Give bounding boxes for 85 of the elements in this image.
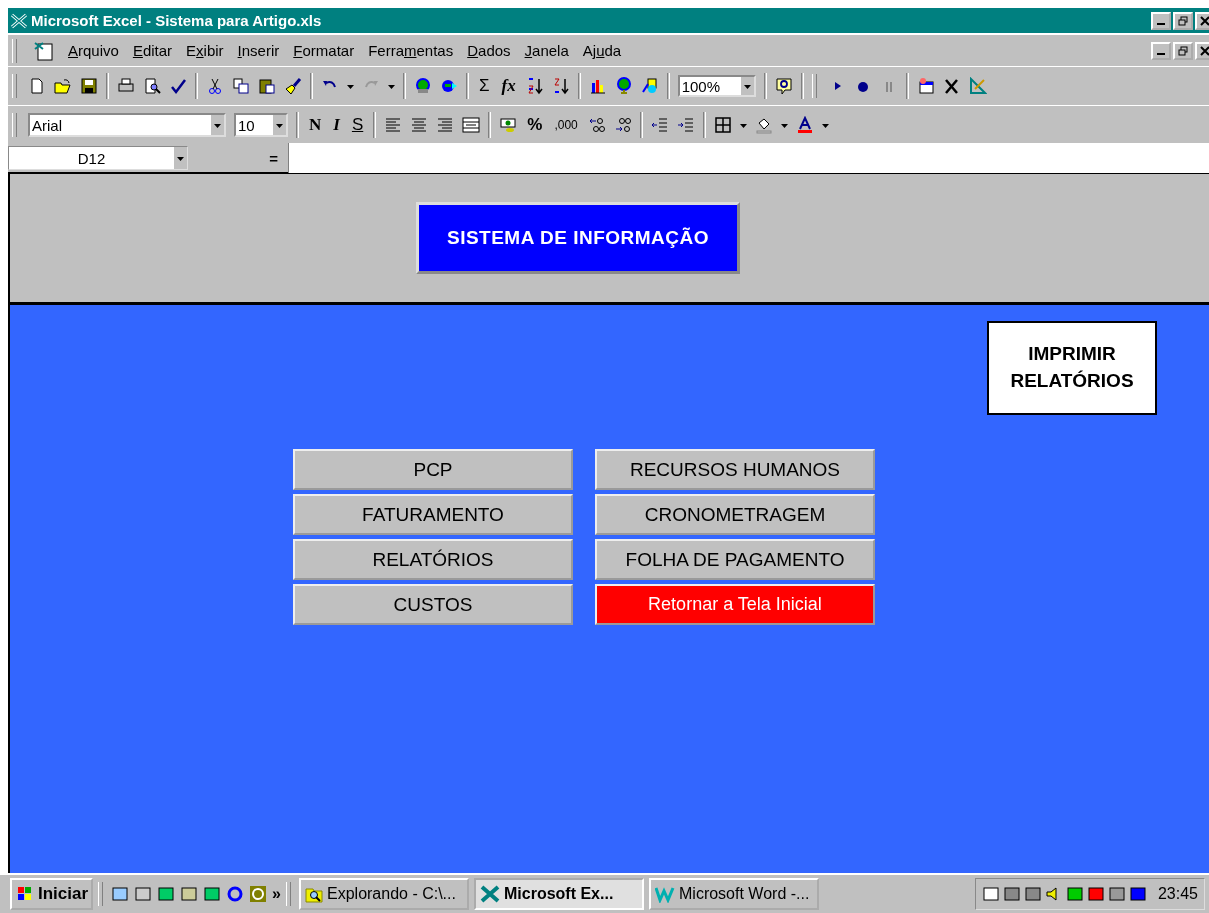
- menu-item[interactable]: Arquivo: [68, 42, 119, 59]
- shapes-icon[interactable]: [640, 77, 659, 95]
- restore-icon: [1178, 15, 1188, 26]
- formula-field[interactable]: [288, 143, 1209, 173]
- tray-icon[interactable]: [1107, 885, 1126, 903]
- sheet-button[interactable]: CUSTOS: [293, 584, 573, 625]
- minimize-icon: [1157, 52, 1165, 55]
- clipboard-icon[interactable]: [258, 77, 276, 95]
- close-icon: [1200, 15, 1209, 26]
- close-button[interactable]: [1195, 41, 1209, 60]
- taskbar-button[interactable]: Microsoft Ex...: [474, 878, 644, 910]
- clock: 23:45: [1157, 885, 1198, 903]
- align-left-icon[interactable]: [384, 116, 403, 134]
- close-button[interactable]: [1195, 11, 1209, 30]
- restore-button[interactable]: [1173, 41, 1193, 60]
- more-button[interactable]: »: [272, 885, 281, 903]
- triangle-ruler-icon[interactable]: [968, 77, 987, 95]
- sort-ascending-icon[interactable]: [525, 77, 544, 95]
- align-center-icon[interactable]: [410, 116, 429, 134]
- title-button[interactable]: SISTEMA DE INFORMAÇÃO: [416, 202, 740, 274]
- menu-item[interactable]: Inserir: [237, 42, 280, 59]
- tray-icon[interactable]: [1128, 885, 1147, 903]
- copy-icon[interactable]: [232, 77, 250, 95]
- align-right-icon[interactable]: [436, 116, 455, 134]
- restore-button[interactable]: [1173, 11, 1193, 30]
- equals-sign[interactable]: =: [188, 149, 288, 167]
- close-icon: [1200, 45, 1209, 56]
- workbook-icon[interactable]: [34, 40, 54, 61]
- font-color-icon[interactable]: [795, 116, 814, 134]
- window-title: Microsoft Excel - Sistema para Artigo.xls: [31, 12, 323, 29]
- decrease-indent-icon[interactable]: [650, 116, 669, 134]
- tray-icon[interactable]: [1065, 885, 1084, 903]
- sheet-button[interactable]: RELATÓRIOS: [293, 539, 573, 580]
- zoom-dropdown[interactable]: 100%: [677, 75, 756, 97]
- menu-item[interactable]: Ajuda: [582, 42, 622, 59]
- excel-icon: [480, 885, 500, 903]
- italic-button[interactable]: I: [331, 115, 342, 135]
- menu-item[interactable]: Dados: [467, 42, 511, 59]
- menu-item[interactable]: Editar: [132, 42, 173, 59]
- printer-icon[interactable]: [117, 77, 135, 95]
- name-box[interactable]: D12: [8, 146, 188, 170]
- increase-decimal-icon[interactable]: [587, 116, 606, 134]
- spelling-check-icon[interactable]: [169, 77, 187, 95]
- menu-item[interactable]: Janela: [524, 42, 569, 59]
- new-document-icon[interactable]: [28, 77, 46, 95]
- word-icon: [655, 885, 675, 903]
- menu-item[interactable]: Exibir: [186, 42, 224, 59]
- taskbar-button[interactable]: Microsoft Word -...: [649, 878, 819, 910]
- minimize-button[interactable]: [1151, 41, 1171, 60]
- increase-indent-icon[interactable]: [676, 116, 695, 134]
- decrease-decimal-icon[interactable]: [613, 116, 632, 134]
- merge-cells-icon[interactable]: [462, 116, 481, 134]
- underline-button[interactable]: S: [349, 115, 366, 135]
- sheet-button[interactable]: FOLHA DE PAGAMENTO: [595, 539, 875, 580]
- sheet-button[interactable]: Retornar a Tela Inicial: [595, 584, 875, 625]
- borders-icon[interactable]: [713, 116, 732, 134]
- minimize-icon: [1157, 22, 1165, 25]
- font-size-dropdown[interactable]: 10: [234, 113, 288, 137]
- print-preview-icon[interactable]: [143, 77, 161, 95]
- tray-icon[interactable]: [1086, 885, 1105, 903]
- sheet-button[interactable]: FATURAMENTO: [293, 494, 573, 535]
- start-button[interactable]: Iniciar: [10, 878, 94, 910]
- sheet-button[interactable]: CRONOMETRAGEM: [595, 494, 875, 535]
- font-dropdown[interactable]: Arial: [28, 113, 226, 137]
- bar-chart-icon[interactable]: [588, 77, 607, 95]
- globe-stand-icon[interactable]: [614, 77, 633, 95]
- restore-icon: [1178, 45, 1188, 56]
- paintbrush-icon[interactable]: [284, 77, 302, 95]
- taskbar-button[interactable]: Explorando - C:\...: [299, 878, 469, 910]
- print-button[interactable]: IMPRIMIR RELATÓRIOS: [987, 321, 1157, 415]
- bold-button[interactable]: N: [307, 115, 324, 135]
- autosum-button[interactable]: Σ: [477, 76, 492, 96]
- scissors-icon[interactable]: [206, 77, 224, 95]
- sheet-button[interactable]: RECURSOS HUMANOS: [595, 449, 875, 490]
- globe-arrows-icon[interactable]: [440, 77, 458, 95]
- magnifier-folder-icon: [305, 885, 323, 903]
- thousands-button[interactable]: ,000: [552, 118, 580, 132]
- minimize-button[interactable]: [1151, 11, 1171, 30]
- percent-button[interactable]: %: [525, 115, 545, 135]
- open-folder-icon[interactable]: [54, 77, 72, 95]
- calendar-icon[interactable]: [916, 77, 935, 95]
- sheet-button[interactable]: PCP: [293, 449, 573, 490]
- globe-icon[interactable]: [414, 77, 432, 95]
- sort-descending-icon[interactable]: [551, 77, 570, 95]
- function-button[interactable]: fx: [499, 76, 518, 96]
